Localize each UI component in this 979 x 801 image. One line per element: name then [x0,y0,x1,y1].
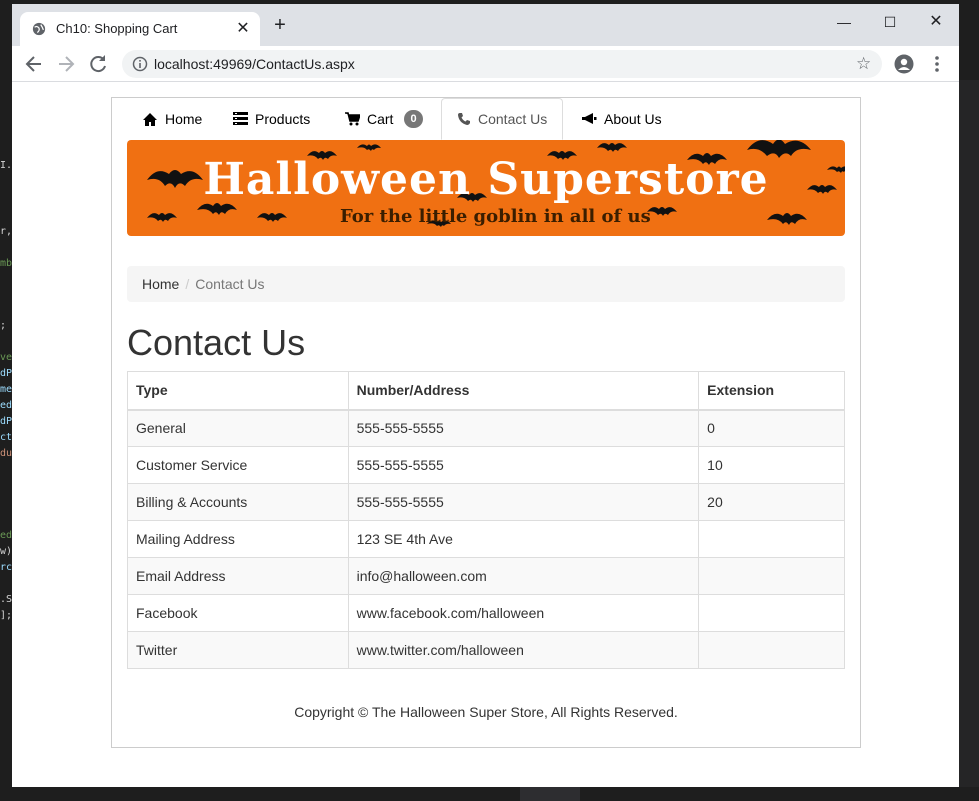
nav-item-contact-us[interactable]: Contact Us [441,98,564,140]
profile-icon[interactable] [894,54,914,74]
cell-number-address: www.twitter.com/halloween [347,631,700,669]
browser-titlebar: Ch10: Shopping Cart ✕ + — ☐ ✕ [12,4,959,46]
list-icon [233,112,248,125]
bookmark-star-icon[interactable]: ☆ [856,54,871,74]
cell-number-address: www.facebook.com/halloween [347,594,700,632]
cell-extension [698,520,845,558]
browser-window: Ch10: Shopping Cart ✕ + — ☐ ✕ localhost:… [12,4,959,787]
page-viewport: Home Products Cart 0 Contact Us About Us… [12,83,959,787]
back-icon[interactable] [22,52,46,76]
breadcrumb-separator: / [185,276,190,292]
home-icon [143,112,157,126]
address-bar[interactable]: localhost:49969/ContactUs.aspx ☆ [122,50,882,78]
table-row: Twitter www.twitter.com/halloween [127,631,845,669]
ide-background-right [959,80,979,800]
cell-number-address: info@halloween.com [347,557,700,595]
cart-count-badge: 0 [404,110,423,128]
reload-icon[interactable] [86,52,110,76]
breadcrumb-home-link[interactable]: Home [142,276,179,292]
ide-background-bottom [0,787,979,801]
cell-type: Email Address [127,557,349,595]
cell-extension [698,557,845,595]
cell-type: Billing & Accounts [127,483,349,521]
cell-extension [698,631,845,669]
cell-extension: 10 [698,446,845,484]
close-window-button[interactable]: ✕ [916,10,956,34]
table-row: Mailing Address 123 SE 4th Ave [127,520,845,558]
nav-label-products: Products [255,111,311,127]
cell-extension: 20 [698,483,845,521]
megaphone-icon [582,113,597,124]
browser-tab[interactable]: Ch10: Shopping Cart ✕ [20,12,260,46]
globe-icon [32,22,46,36]
menu-dots-icon[interactable] [928,54,946,74]
breadcrumb: Home / Contact Us [127,266,845,302]
table-row: Customer Service 555-555-5555 10 [127,446,845,484]
table-row: General 555-555-5555 0 [127,409,845,447]
cell-type: Mailing Address [127,520,349,558]
cell-number-address: 555-555-5555 [347,446,700,484]
store-banner[interactable]: Halloween Superstore For the little gobl… [127,140,845,236]
forward-icon[interactable] [54,52,78,76]
column-header-number-address: Number/Address [347,371,700,411]
table-row: Email Address info@halloween.com [127,557,845,595]
browser-toolbar: localhost:49969/ContactUs.aspx ☆ [12,46,959,82]
banner-subtitle: For the little goblin in all of us [340,206,651,227]
footer-copyright: Copyright © The Halloween Super Store, A… [294,704,678,720]
nav-item-products[interactable]: Products [219,98,324,140]
nav-item-about-us[interactable]: About Us [567,98,676,140]
new-tab-button[interactable]: + [270,15,290,35]
cart-icon [345,112,360,126]
cell-number-address: 555-555-5555 [347,409,700,447]
cell-type: Customer Service [127,446,349,484]
tab-title: Ch10: Shopping Cart [56,21,178,36]
page-container: Home Products Cart 0 Contact Us About Us… [111,97,861,748]
breadcrumb-current: Contact Us [195,276,265,292]
cell-extension: 0 [698,409,845,447]
nav-label-about-us: About Us [604,111,662,127]
minimize-button[interactable]: — [824,10,864,34]
cell-type: Twitter [127,631,349,669]
nav-label-home: Home [165,111,203,127]
table-row: Billing & Accounts 555-555-5555 20 [127,483,845,521]
nav-item-home[interactable]: Home [128,98,216,140]
info-icon[interactable] [132,56,148,72]
url-text[interactable]: localhost:49969/ContactUs.aspx [154,56,355,72]
close-tab-icon[interactable]: ✕ [234,18,252,38]
table-header-row: Type Number/Address Extension [127,371,845,411]
column-header-type: Type [127,371,349,411]
main-nav: Home Products Cart 0 Contact Us About Us [112,98,860,140]
maximize-button[interactable]: ☐ [870,10,910,34]
banner-title: Halloween Superstore [203,154,769,205]
cell-extension [698,594,845,632]
nav-item-cart[interactable]: Cart 0 [331,98,437,140]
cell-number-address: 123 SE 4th Ave [347,520,700,558]
page-title: Contact Us [127,322,306,363]
cell-type: Facebook [127,594,349,632]
column-header-extension: Extension [698,371,845,411]
table-row: Facebook www.facebook.com/halloween [127,594,845,632]
cell-type: General [127,409,349,447]
contacts-table: Type Number/Address Extension General 55… [127,371,845,669]
cell-number-address: 555-555-5555 [347,483,700,521]
phone-icon [458,113,470,125]
ide-background-left: I. r, mb ; ve dP me ed dP ct du ed w) rc… [0,80,12,800]
nav-label-cart: Cart [367,111,394,127]
nav-label-contact-us: Contact Us [478,111,548,127]
